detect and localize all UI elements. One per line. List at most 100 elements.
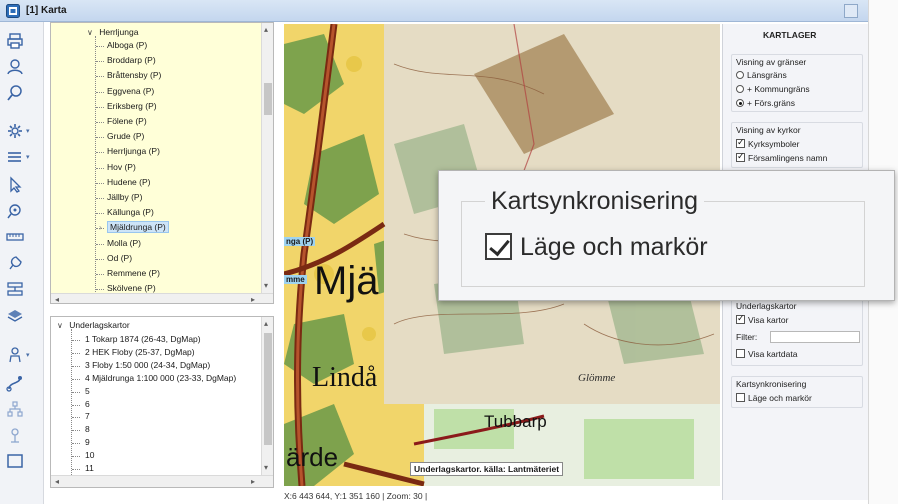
basemaps-tree-vscrollbar[interactable]: ▴ ▾ — [261, 317, 273, 475]
checkbox-kyrksymboler[interactable]: Kyrksymboler — [736, 137, 799, 149]
tree-guide-line — [96, 91, 104, 93]
pointer-tool[interactable] — [6, 174, 38, 196]
tree-item-parish[interactable]: Bråttensby (P) — [107, 69, 161, 82]
checkbox-forsamlingens-namn[interactable]: Församlingens namn — [736, 151, 827, 163]
tree-item-parish[interactable]: Herrljunga (P) — [107, 145, 160, 158]
tree-item-basemap[interactable]: 8 — [85, 423, 90, 436]
tree-guide-line — [96, 61, 104, 63]
tree-item-parish[interactable]: Källunga (P) — [107, 206, 154, 219]
tree-item-parish[interactable]: Alboga (P) — [107, 39, 147, 52]
tree-guide-line — [72, 365, 80, 367]
parish-tree-vscrollbar[interactable]: ▴ ▾ — [261, 23, 273, 293]
tree-item-basemap[interactable]: 2 HEK Floby (25-37, DgMap) — [85, 346, 195, 359]
checkbox-checked-icon — [736, 313, 745, 324]
tree-item-parish[interactable]: Od (P) — [107, 252, 132, 265]
scroll-down-icon[interactable]: ▾ — [264, 463, 268, 472]
checkbox-icon — [736, 349, 745, 358]
antenna-button[interactable] — [6, 424, 38, 446]
checkbox-lage-och-markor[interactable]: Läge och markör — [736, 393, 812, 403]
tree-item-basemap[interactable]: 5 — [85, 385, 90, 398]
pin-tool[interactable] — [6, 252, 38, 274]
tree-item-basemap[interactable]: 1 Tokarp 1874 (26-43, DgMap) — [85, 333, 201, 346]
print-icon — [7, 33, 23, 49]
ruler-tool[interactable] — [6, 226, 38, 248]
route-icon — [6, 376, 22, 392]
tree-item-parish[interactable]: Eriksberg (P) — [107, 100, 157, 113]
zoom-tool[interactable] — [6, 200, 38, 222]
checkbox-checked-icon — [485, 233, 512, 260]
checkbox-visa-kartor[interactable]: Visa kartor — [736, 313, 788, 325]
tree-item-parish[interactable]: Hudene (P) — [107, 176, 150, 189]
frame-icon — [7, 454, 23, 468]
scroll-up-icon[interactable]: ▴ — [264, 25, 268, 34]
filter-input[interactable] — [770, 331, 860, 343]
chevron-down-icon[interactable]: ∨ — [87, 28, 93, 37]
network-button[interactable] — [6, 398, 38, 420]
tree-item-basemap[interactable]: 6 — [85, 398, 90, 411]
scroll-left-icon[interactable]: ◂ — [55, 295, 59, 303]
person-menu[interactable]: ▾ — [6, 344, 38, 366]
tree-item-basemap[interactable]: 4 Mjäldrunga 1:100 000 (23-33, DgMap) — [85, 372, 236, 385]
scroll-thumb[interactable] — [264, 83, 272, 115]
tree-item-parish[interactable]: Broddarp (P) — [107, 54, 156, 67]
tree-guide-line — [96, 274, 104, 275]
ruler-icon — [6, 233, 24, 241]
frame-button[interactable] — [6, 450, 38, 472]
filter-row: Filter: — [736, 331, 860, 343]
tree-guide-line — [96, 182, 104, 184]
settings-menu[interactable]: ▾ — [6, 120, 38, 142]
tree-item-parish[interactable]: Fölene (P) — [107, 115, 147, 128]
basemaps-tree-hscrollbar[interactable]: ◂ ▸ — [51, 475, 273, 487]
radio-lansgrans[interactable]: Länsgräns — [736, 70, 787, 80]
chevron-down-icon[interactable]: ∨ — [57, 321, 63, 330]
tree-item-label: Eriksberg (P) — [107, 100, 157, 111]
tree-item-parish[interactable]: Eggvena (P) — [107, 85, 154, 98]
scroll-up-icon[interactable]: ▴ — [264, 319, 268, 328]
tree-item-label: Remmene (P) — [107, 268, 160, 278]
scroll-right-icon[interactable]: ▸ — [251, 295, 255, 303]
maximize-button[interactable] — [844, 4, 858, 18]
tree-item-basemap[interactable]: 11 — [85, 462, 94, 475]
list-menu[interactable]: ▾ — [6, 146, 38, 168]
radio-icon — [736, 71, 744, 79]
map-label-tag: mme — [284, 275, 307, 284]
filter-label: Filter: — [736, 332, 758, 342]
parish-tree-hscrollbar[interactable]: ◂ ▸ — [51, 293, 273, 303]
tree-item-parish[interactable]: Grude (P) — [107, 130, 144, 143]
search-button[interactable] — [6, 82, 38, 104]
tree-guide-line — [96, 198, 104, 199]
tree-item-label: Skölvene (P) — [107, 283, 156, 294]
map-label-place: Glömme — [578, 372, 616, 384]
scroll-left-icon[interactable]: ◂ — [55, 477, 59, 486]
locate-person-button[interactable] — [6, 56, 38, 78]
print-button[interactable] — [6, 30, 38, 52]
pin-icon — [9, 256, 22, 270]
tree-item-basemap[interactable]: 7 — [85, 410, 90, 423]
radio-selected-icon — [736, 99, 744, 107]
tree-node-herrljunga[interactable]: ∨ Herrljunga — [87, 26, 138, 39]
layers-toggle-button[interactable] — [6, 278, 38, 300]
route-button[interactable] — [6, 372, 38, 394]
scroll-thumb[interactable] — [264, 333, 272, 445]
tree-item-label: 6 — [85, 398, 90, 409]
tree-item-parish[interactable]: › Mjäldrunga (P) — [99, 221, 169, 234]
radio-kommungrans[interactable]: + Kommungräns — [736, 84, 810, 94]
map-label-place: ärde — [286, 442, 339, 472]
callout-checkbox-label: Läge och markör — [520, 233, 708, 261]
tree-item-parish[interactable]: Jällby (P) — [107, 191, 142, 204]
callout-checkbox-lage-och-markor[interactable]: Läge och markör — [485, 233, 708, 262]
tree-item-parish[interactable]: Hov (P) — [107, 161, 136, 174]
radio-forsgrans[interactable]: + Förs.gräns — [736, 98, 795, 108]
chevron-right-icon[interactable]: › — [99, 221, 102, 234]
checkbox-visa-kartdata[interactable]: Visa kartdata — [736, 349, 797, 359]
tree-guide-line — [96, 243, 104, 245]
tree-node-underlagskartor[interactable]: ∨ Underlagskartor — [57, 319, 130, 332]
tree-item-basemap[interactable]: 9 — [85, 436, 90, 449]
stack-button[interactable] — [6, 304, 38, 326]
tree-item-basemap[interactable]: 3 Floby 1:50 000 (24-34, DgMap) — [85, 359, 210, 372]
scroll-down-icon[interactable]: ▾ — [264, 281, 268, 290]
scroll-right-icon[interactable]: ▸ — [251, 477, 255, 486]
tree-item-basemap[interactable]: 10 — [85, 449, 94, 462]
tree-item-parish[interactable]: Remmene (P) — [107, 267, 160, 280]
tree-item-parish[interactable]: Molla (P) — [107, 237, 141, 250]
